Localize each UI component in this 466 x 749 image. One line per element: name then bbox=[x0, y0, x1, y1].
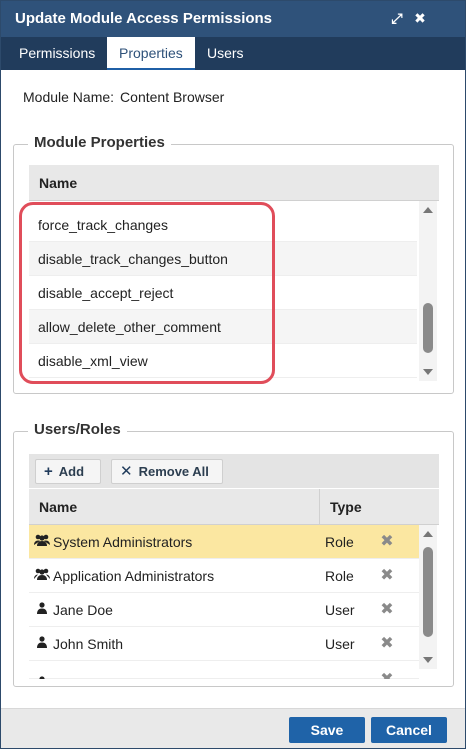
dialog-title: Update Module Access Permissions bbox=[15, 10, 273, 27]
users-scrollbar[interactable] bbox=[419, 525, 437, 669]
user-icon bbox=[33, 593, 51, 627]
user-type: Role bbox=[325, 568, 354, 584]
column-header-name: Name bbox=[39, 499, 78, 515]
table-row[interactable]: Jane Doe User ✖ bbox=[29, 593, 419, 627]
table-row[interactable]: System Administrators Role ✖ bbox=[29, 525, 419, 559]
scroll-up-arrow-icon[interactable] bbox=[423, 207, 433, 213]
delete-icon[interactable]: ✖ bbox=[379, 593, 395, 627]
scroll-down-arrow-icon[interactable] bbox=[423, 369, 433, 375]
tab-users[interactable]: Users bbox=[195, 37, 256, 70]
user-type: User bbox=[325, 636, 355, 652]
tab-bar: Permissions Properties Users bbox=[1, 37, 465, 70]
delete-icon[interactable]: ✖ bbox=[379, 559, 395, 593]
module-name: Module Name: Content Browser bbox=[23, 89, 230, 105]
users-scroll-thumb[interactable] bbox=[423, 547, 433, 637]
user-type: Role bbox=[325, 534, 354, 550]
table-row[interactable]: John Smith User ✖ bbox=[29, 627, 419, 661]
expand-icon[interactable]: ⤢ bbox=[388, 9, 406, 27]
add-button-label: Add bbox=[58, 464, 85, 479]
user-name: John Smith bbox=[53, 636, 124, 652]
users-roles-header: Name Type bbox=[29, 489, 439, 525]
module-name-label: Module Name: bbox=[23, 89, 115, 105]
add-button[interactable]: + Add bbox=[35, 459, 101, 484]
remove-x-icon: ✕ bbox=[120, 463, 133, 480]
tab-properties[interactable]: Properties bbox=[107, 37, 195, 70]
users-roles-toolbar: + Add ✕ Remove All bbox=[29, 454, 439, 488]
scroll-down-arrow-icon[interactable] bbox=[423, 657, 433, 663]
user-name: System Administrators bbox=[53, 534, 193, 550]
plus-icon: + bbox=[44, 463, 53, 480]
group-icon bbox=[33, 525, 51, 559]
cancel-button[interactable]: Cancel bbox=[371, 717, 447, 743]
update-module-access-dialog: Update Module Access Permissions ⤢ ✖ Per… bbox=[0, 0, 466, 749]
user-name: Application Administrators bbox=[53, 568, 215, 584]
module-name-value: Content Browser bbox=[120, 89, 225, 105]
user-icon bbox=[33, 627, 51, 661]
table-row[interactable]: Application Administrators Role ✖ bbox=[29, 559, 419, 593]
scroll-up-arrow-icon[interactable] bbox=[423, 531, 433, 537]
save-button[interactable]: Save bbox=[289, 717, 365, 743]
delete-icon[interactable]: ✖ bbox=[379, 627, 395, 661]
annotation-highlight bbox=[19, 202, 275, 384]
delete-icon[interactable]: ✖ bbox=[379, 663, 395, 679]
table-row-partial[interactable]: ✖ bbox=[29, 661, 419, 679]
properties-scrollbar[interactable] bbox=[419, 201, 437, 381]
close-icon[interactable]: ✖ bbox=[411, 9, 429, 27]
column-header-type: Type bbox=[330, 499, 362, 515]
dialog-footer: Save Cancel bbox=[1, 708, 465, 748]
users-roles-legend: Users/Roles bbox=[28, 421, 127, 438]
user-icon bbox=[33, 667, 51, 679]
user-type: User bbox=[325, 602, 355, 618]
module-properties-header: Name bbox=[29, 165, 439, 201]
users-roles-list: System Administrators Role ✖ Application… bbox=[29, 525, 419, 679]
delete-icon[interactable]: ✖ bbox=[379, 525, 395, 559]
remove-all-button-label: Remove All bbox=[138, 464, 209, 479]
tab-permissions[interactable]: Permissions bbox=[7, 37, 107, 70]
group-icon bbox=[33, 559, 51, 593]
user-name: Jane Doe bbox=[53, 602, 113, 618]
properties-scroll-thumb[interactable] bbox=[423, 303, 433, 353]
dialog-titlebar[interactable]: Update Module Access Permissions ⤢ ✖ bbox=[1, 1, 465, 37]
module-properties-legend: Module Properties bbox=[28, 134, 171, 151]
remove-all-button[interactable]: ✕ Remove All bbox=[111, 459, 223, 484]
column-header-name: Name bbox=[39, 175, 78, 191]
